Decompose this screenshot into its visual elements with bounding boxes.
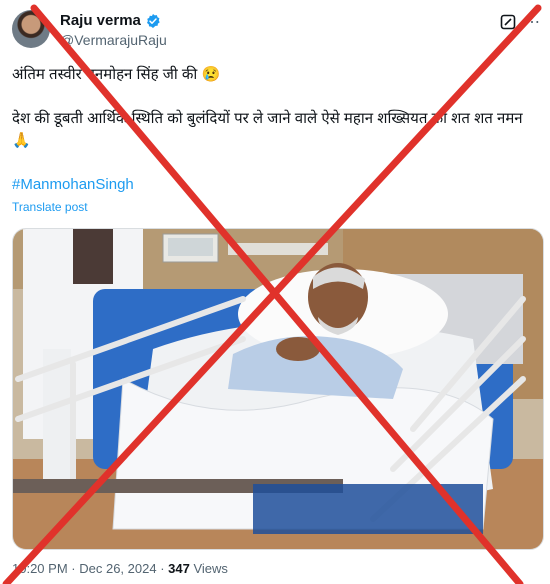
hospital-bed-photo [13,229,543,549]
views-label: Views [193,561,228,576]
hashtag-link[interactable]: #ManmohanSingh [12,176,134,193]
grok-icon[interactable] [500,14,516,30]
author-handle[interactable]: @VermarajuRaju [60,32,167,48]
views-count: 347 [168,561,190,576]
more-icon[interactable]: ⋯ [524,12,541,32]
post-time[interactable]: 10:20 PM [12,561,68,576]
post-meta: 10:20 PM · Dec 26, 2024 · 347 Views [12,561,228,576]
author-display-name[interactable]: Raju verma [60,12,141,29]
post-photo[interactable] [12,228,544,550]
avatar[interactable] [12,10,50,48]
verified-badge-icon [146,13,160,28]
post-card: Raju verma @VermarajuRaju ⋯ अंतिम तस्वीर… [0,0,550,584]
author-name-row: Raju verma [60,12,161,29]
post-text-line-2: देश की डूबती आर्थिक स्थिति को बुलंदियों … [12,110,523,149]
translate-post-link[interactable]: Translate post [12,200,88,214]
post-text-line-1: अंतिम तस्वीर मनमोहन सिंह जी की 😢 [12,66,221,83]
post-date[interactable]: Dec 26, 2024 [79,561,156,576]
meta-separator: · [160,561,169,576]
